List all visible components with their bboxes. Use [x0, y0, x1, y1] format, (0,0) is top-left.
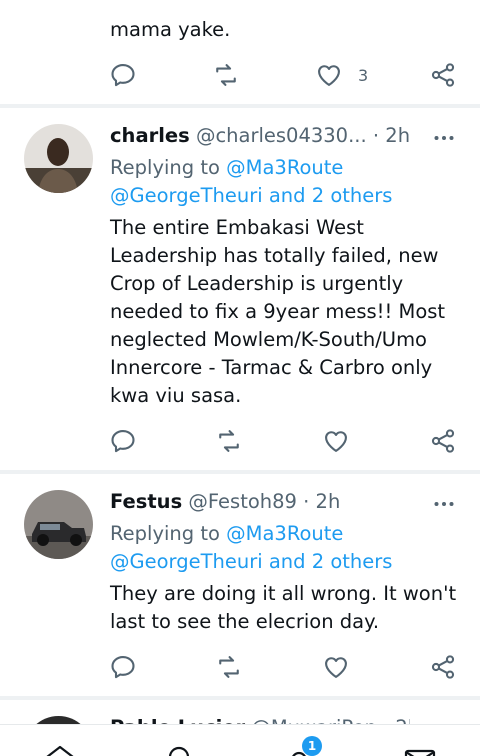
tweet-text: They are doing it all wrong. It won't la…	[110, 582, 457, 633]
more-options-icon[interactable]	[432, 126, 456, 150]
mention-others-link[interactable]: @GeorgeTheuri and 2 others	[110, 182, 460, 210]
handle[interactable]: @Festoh89	[188, 490, 297, 513]
replying-to-label: Replying to	[110, 156, 227, 179]
mention-others-link[interactable]: @GeorgeTheuri and 2 others	[110, 548, 460, 576]
like-icon[interactable]	[322, 653, 350, 681]
avatar-image	[24, 490, 93, 559]
retweet-icon[interactable]	[215, 427, 243, 455]
retweet-icon[interactable]	[212, 61, 240, 89]
replying-to: Replying to @Ma3Route	[110, 154, 460, 182]
like-count: 3	[358, 66, 369, 85]
messages-icon[interactable]	[404, 743, 436, 756]
divider	[0, 696, 480, 700]
reply-icon[interactable]	[109, 427, 137, 455]
timestamp[interactable]: · 2h	[303, 490, 340, 513]
timestamp[interactable]: · 2h	[373, 124, 410, 147]
avatar[interactable]	[24, 124, 93, 193]
share-icon[interactable]	[429, 61, 457, 89]
retweet-icon[interactable]	[215, 653, 243, 681]
reply-icon[interactable]	[109, 61, 137, 89]
mention-link[interactable]: @Ma3Route	[226, 156, 343, 179]
reply-icon[interactable]	[109, 653, 137, 681]
avatar[interactable]	[24, 490, 93, 559]
search-icon[interactable]	[163, 743, 195, 756]
divider	[0, 104, 480, 108]
display-name[interactable]: Festus	[110, 490, 182, 513]
tweet-header: charles @charles04330... · 2h	[110, 122, 410, 150]
more-options-icon[interactable]	[432, 492, 456, 516]
share-icon[interactable]	[429, 427, 457, 455]
bottom-nav	[0, 724, 480, 756]
tweet-feed: mama yake. 3 charles @charles04330... · …	[0, 0, 480, 756]
share-icon[interactable]	[429, 653, 457, 681]
handle[interactable]: @charles04330...	[196, 124, 367, 147]
avatar-image	[24, 124, 93, 193]
like-icon[interactable]	[315, 61, 343, 89]
tweet-text: mama yake.	[110, 18, 231, 41]
replying-to-label: Replying to	[110, 522, 227, 545]
notifications-badge: 1	[302, 736, 322, 756]
tweet-text: The entire Embakasi West Leadership has …	[110, 216, 446, 407]
home-icon[interactable]	[44, 743, 76, 756]
tweet-header: Festus @Festoh89 · 2h	[110, 488, 410, 516]
like-icon[interactable]	[322, 427, 350, 455]
display-name[interactable]: charles	[110, 124, 190, 147]
divider	[0, 470, 480, 474]
mention-link[interactable]: @Ma3Route	[226, 522, 343, 545]
replying-to: Replying to @Ma3Route	[110, 520, 460, 548]
